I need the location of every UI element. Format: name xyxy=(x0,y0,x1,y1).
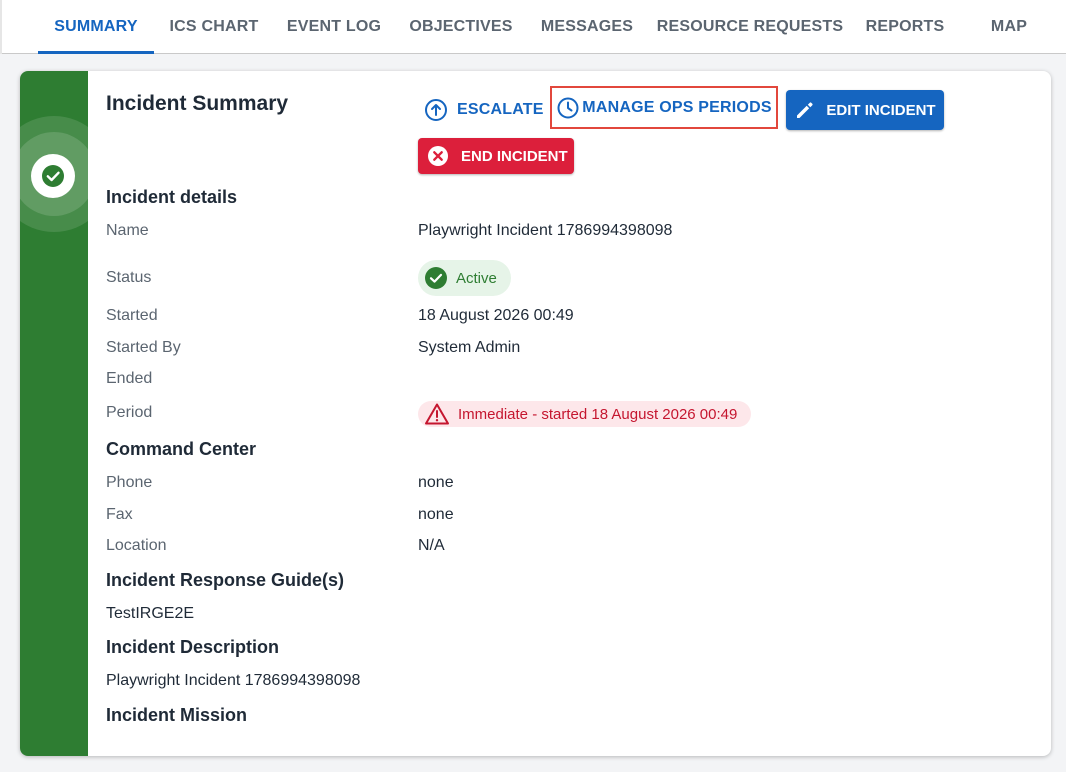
tab-resource-requests[interactable]: RESOURCE REQUESTS xyxy=(656,0,844,53)
clock-icon xyxy=(557,97,579,118)
escalate-label: ESCALATE xyxy=(457,101,544,118)
started-by-label: Started By xyxy=(106,339,181,356)
location-label: Location xyxy=(106,537,167,554)
period-badge: Immediate - started 18 August 2026 00:49 xyxy=(418,401,752,427)
arrow-up-circle-icon xyxy=(425,99,447,121)
end-incident-label: END INCIDENT xyxy=(461,147,568,165)
incident-summary-card: Incident Summary ESCALATE MANAGE OPS PER… xyxy=(20,71,1051,756)
escalate-button[interactable]: ESCALATE xyxy=(423,97,544,123)
phone-label: Phone xyxy=(106,474,153,491)
status-rail xyxy=(20,71,112,756)
manage-ops-periods-label: MANAGE OPS PERIODS xyxy=(582,98,772,116)
fax-value: none xyxy=(418,506,454,523)
response-guides-heading: Incident Response Guide(s) xyxy=(106,570,345,590)
warning-icon xyxy=(425,403,449,425)
incident-details-heading: Incident details xyxy=(106,187,238,207)
command-center-heading: Command Center xyxy=(106,439,257,459)
incident-mission-heading: Incident Mission xyxy=(106,705,248,725)
fax-label: Fax xyxy=(106,506,133,523)
status-badge: Active xyxy=(418,260,511,296)
started-by-value: System Admin xyxy=(418,339,521,356)
edit-incident-label: EDIT INCIDENT xyxy=(826,101,936,119)
response-guide-item: TestIRGE2E xyxy=(106,605,195,622)
status-value: Active xyxy=(456,269,497,287)
status-label: Status xyxy=(106,269,152,286)
tab-objectives[interactable]: OBJECTIVES xyxy=(404,0,518,53)
manage-ops-periods-button[interactable]: MANAGE OPS PERIODS xyxy=(550,86,778,129)
name-value: Playwright Incident 1786994398098 xyxy=(418,222,673,239)
tab-event-log[interactable]: EVENT LOG xyxy=(280,0,388,53)
pencil-icon xyxy=(797,102,814,118)
end-incident-button[interactable]: END INCIDENT xyxy=(418,138,574,174)
tab-messages[interactable]: MESSAGES xyxy=(536,0,638,53)
incident-description-text: Playwright Incident 1786994398098 xyxy=(106,672,361,689)
tab-bar-edge xyxy=(0,0,2,54)
tab-summary[interactable]: SUMMARY xyxy=(38,0,154,54)
tab-map[interactable]: MAP xyxy=(982,0,1036,53)
check-circle-icon xyxy=(31,154,75,198)
close-circle-icon xyxy=(428,146,448,166)
started-label: Started xyxy=(106,307,158,324)
period-label: Period xyxy=(106,404,153,421)
tab-reports[interactable]: REPORTS xyxy=(860,0,950,53)
name-label: Name xyxy=(106,222,149,239)
incident-description-heading: Incident Description xyxy=(106,637,280,657)
period-value: Immediate - started 18 August 2026 00:49 xyxy=(458,405,738,423)
check-circle-icon xyxy=(425,267,447,289)
location-value: N/A xyxy=(418,537,445,554)
edit-incident-button[interactable]: EDIT INCIDENT xyxy=(786,90,944,130)
card-title: Incident Summary xyxy=(106,92,289,115)
started-value: 18 August 2026 00:49 xyxy=(418,307,574,324)
tab-ics-chart[interactable]: ICS CHART xyxy=(164,0,264,53)
ended-label: Ended xyxy=(106,370,153,387)
tab-bar: SUMMARY ICS CHART EVENT LOG OBJECTIVES M… xyxy=(0,0,1066,54)
phone-value: none xyxy=(418,474,454,491)
